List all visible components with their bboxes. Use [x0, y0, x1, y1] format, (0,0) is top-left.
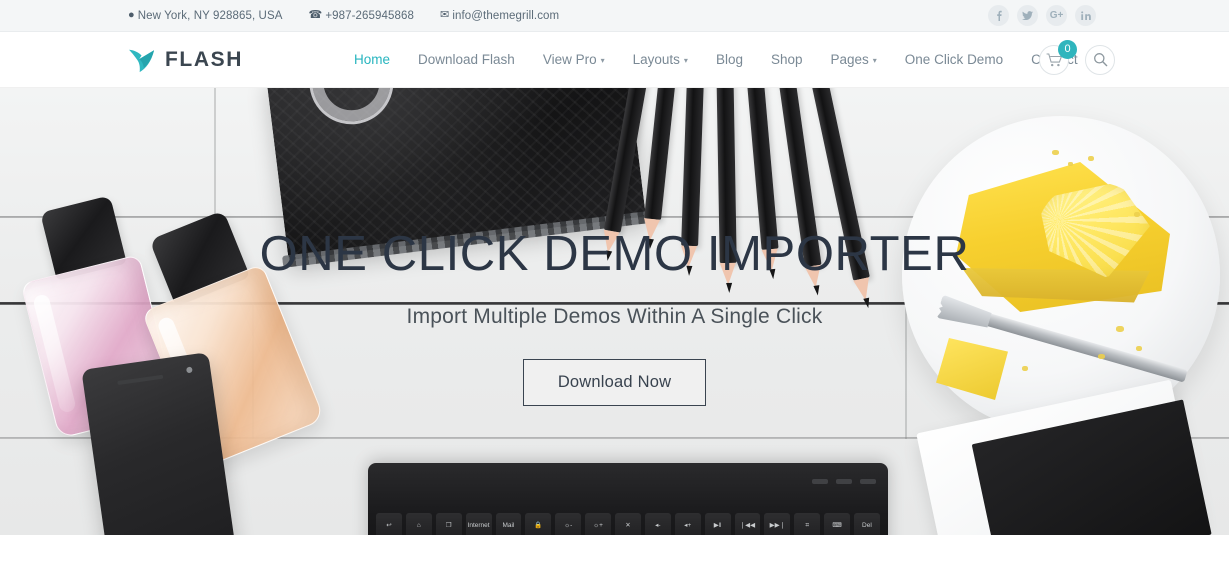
envelope-icon: ✉	[440, 9, 450, 21]
address-text: New York, NY 928865, USA	[137, 9, 283, 22]
nav-item-view-pro[interactable]: View Pro ▾	[529, 52, 619, 67]
nav-item-one-click-demo[interactable]: One Click Demo	[891, 52, 1017, 67]
brand-name: FLASH	[165, 47, 243, 71]
nav-item-shop[interactable]: Shop	[757, 52, 817, 67]
email-item[interactable]: ✉ info@themegrill.com	[440, 10, 559, 22]
twitter-icon[interactable]	[1017, 5, 1038, 26]
page-bottom-spacer	[0, 535, 1229, 578]
nav-label: Layouts	[632, 52, 680, 67]
map-marker-icon: ●	[128, 9, 135, 21]
nav-label: One Click Demo	[904, 52, 1004, 67]
contact-info-group: ● New York, NY 928865, USA ☎ +987-265945…	[128, 10, 559, 22]
hero-subtitle: Import Multiple Demos Within A Single Cl…	[406, 305, 823, 329]
google-plus-icon[interactable]: G+	[1046, 5, 1067, 26]
nav-label: Download Flash	[418, 52, 515, 67]
cart-button[interactable]: 0	[1039, 39, 1077, 75]
nav-label: Blog	[715, 52, 743, 67]
nav-item-pages[interactable]: Pages ▾	[817, 52, 891, 67]
bird-logo-icon	[129, 49, 155, 72]
address-item: ● New York, NY 928865, USA	[128, 10, 283, 22]
hero-title: ONE CLICK DEMO IMPORTER	[259, 227, 970, 281]
nav-label: Shop	[770, 52, 803, 67]
chevron-down-icon: ▾	[872, 56, 877, 65]
nav-label: View Pro	[542, 52, 597, 67]
search-icon	[1093, 53, 1107, 67]
phone-icon: ☎	[308, 9, 323, 21]
nav-item-download-flash[interactable]: Download Flash	[404, 52, 529, 67]
chevron-down-icon: ▾	[683, 56, 688, 65]
chevron-down-icon: ▾	[600, 56, 605, 65]
social-links: G+	[988, 5, 1096, 26]
top-bar: ● New York, NY 928865, USA ☎ +987-265945…	[0, 0, 1229, 32]
cart-count-badge: 0	[1058, 39, 1077, 59]
nav-label: Home	[354, 52, 391, 67]
site-header: FLASH Home Download Flash View Pro ▾ Lay…	[0, 32, 1229, 88]
email-text: info@themegrill.com	[452, 9, 560, 22]
nav-label: Pages	[830, 52, 869, 67]
facebook-icon[interactable]	[988, 5, 1009, 26]
hero-content: ONE CLICK DEMO IMPORTER Import Multiple …	[0, 88, 1229, 535]
nav-item-layouts[interactable]: Layouts ▾	[619, 52, 702, 67]
nav-item-blog[interactable]: Blog	[702, 52, 757, 67]
phone-text: +987-265945868	[325, 9, 415, 22]
main-nav: Home Download Flash View Pro ▾ Layouts ▾…	[340, 52, 1092, 67]
hero-banner: ↩ ⌂ ❐ Internet Mail 🔒 ☼- ☼+ ✕ ◂- ◂+ ▶‖ ❘…	[0, 88, 1229, 535]
linkedin-icon[interactable]	[1075, 5, 1096, 26]
brand-logo[interactable]: FLASH	[128, 47, 243, 73]
phone-item[interactable]: ☎ +987-265945868	[309, 10, 415, 22]
search-button[interactable]	[1085, 44, 1115, 75]
nav-item-home[interactable]: Home	[340, 52, 404, 67]
download-now-button[interactable]: Download Now	[522, 359, 707, 407]
header-actions: 0	[1039, 39, 1115, 75]
